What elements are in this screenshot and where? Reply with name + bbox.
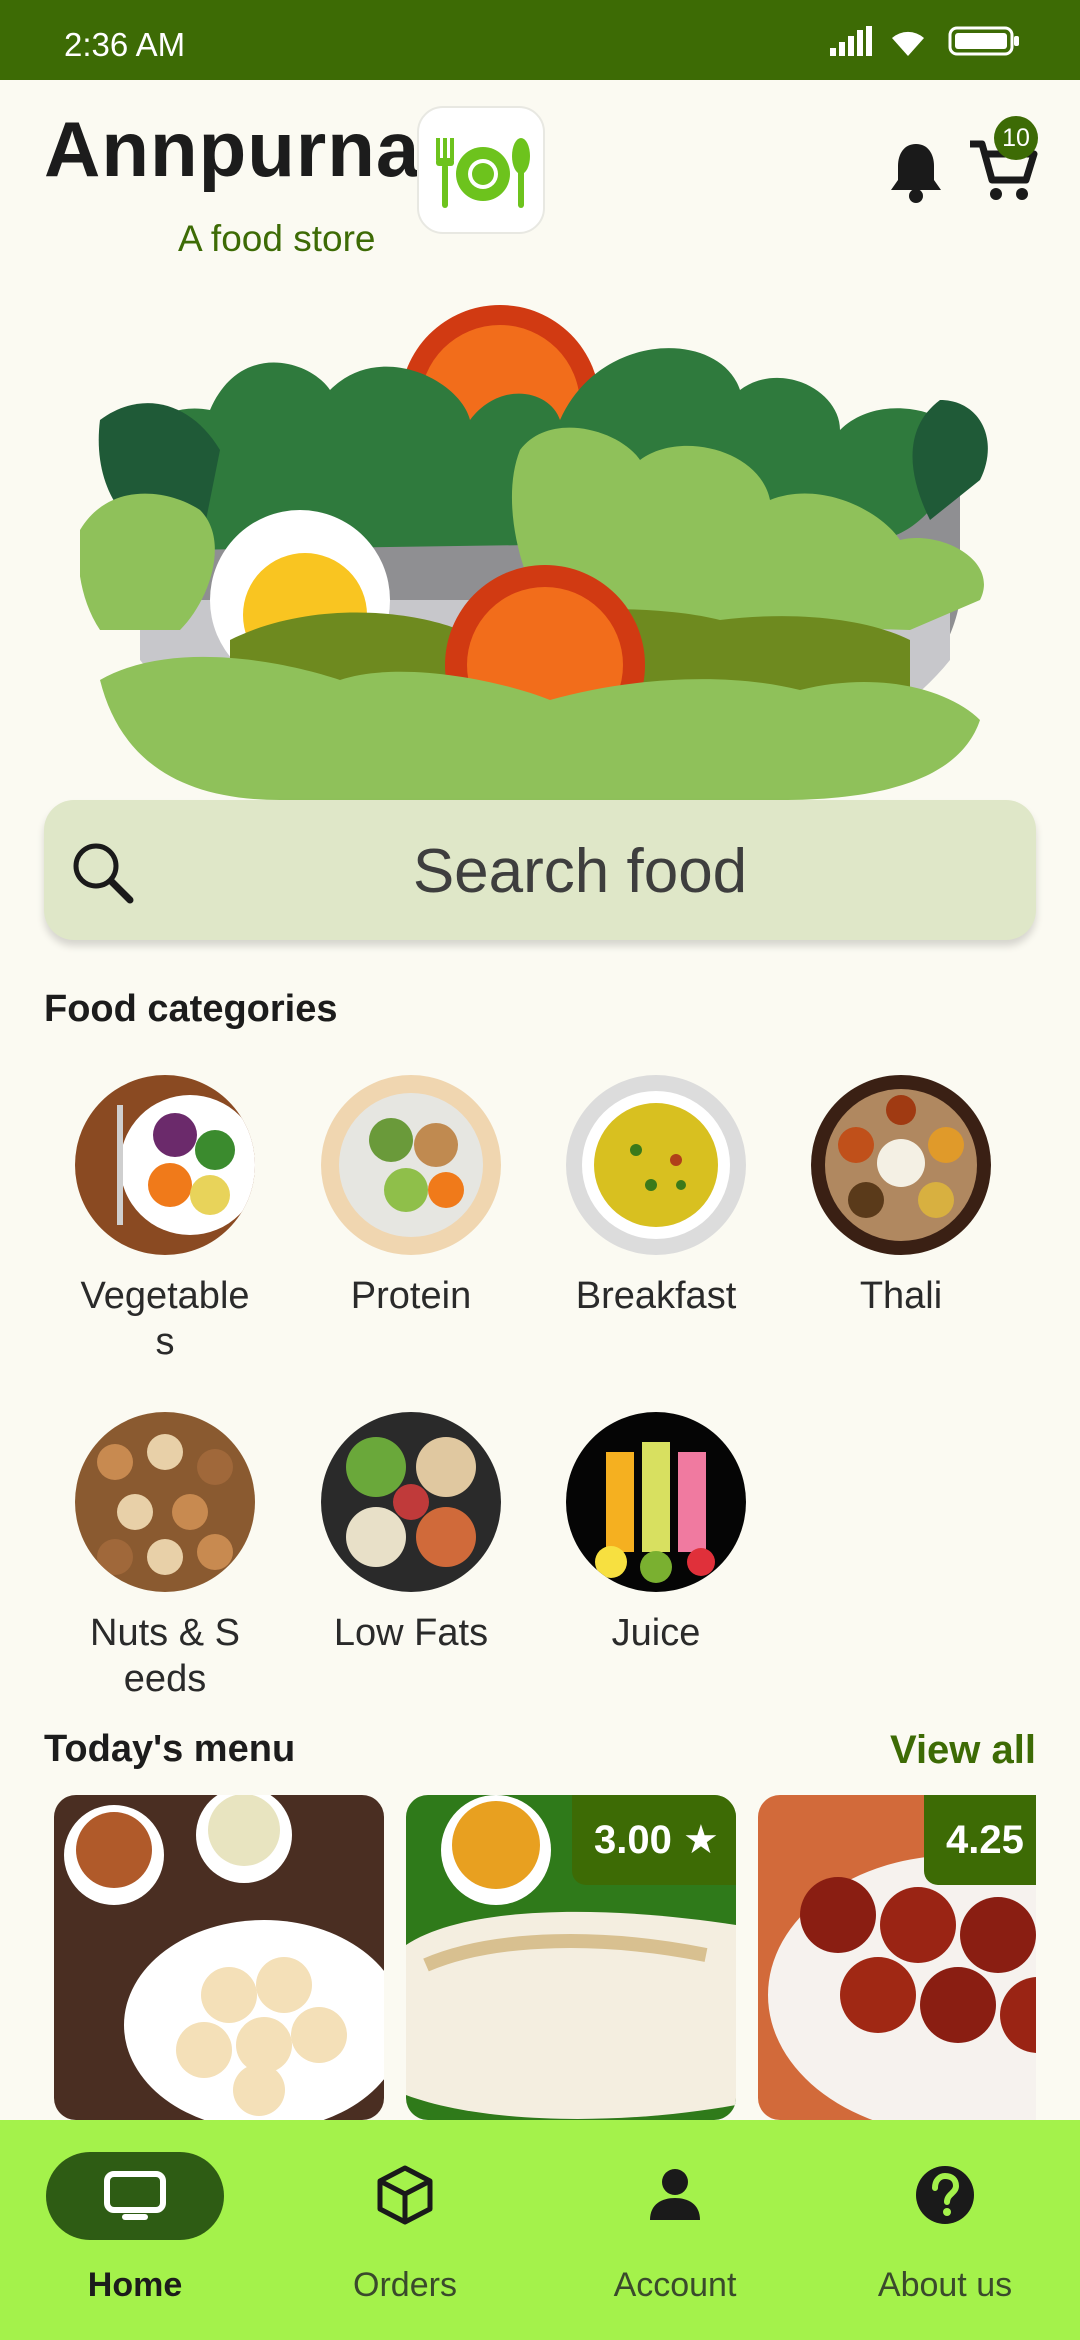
app-title: Annpurna	[44, 105, 421, 193]
salad-bowl-illustration	[80, 305, 988, 800]
category-juice[interactable]: Juice	[541, 1412, 771, 1656]
category-label: Nuts & Seeds	[90, 1612, 240, 1700]
nav-label: About us	[877, 2266, 1013, 2304]
search-bar[interactable]: Search food	[44, 800, 1036, 940]
nav-about-us[interactable]: About us	[810, 2120, 1080, 2340]
app-logo	[417, 106, 545, 234]
category-label: Juice	[611, 1612, 701, 1654]
category-vegetables[interactable]: Vegetables	[50, 1075, 280, 1365]
menu-card[interactable]: 3.00 ★	[406, 1795, 736, 2120]
box-icon	[377, 2165, 433, 2225]
nav-label: Home	[87, 2266, 183, 2304]
todays-menu-list[interactable]: 3.00 ★ 4.25 ★	[54, 1795, 1036, 2120]
category-label: Breakfast	[575, 1275, 737, 1317]
category-nuts-seeds[interactable]: Nuts & Seeds	[50, 1412, 280, 1702]
category-image	[75, 1412, 255, 1592]
rating-badge: 4.25 ★	[924, 1795, 1036, 1885]
search-icon	[73, 843, 134, 904]
cart-count-badge: 10	[994, 116, 1038, 160]
category-breakfast[interactable]: Breakfast	[541, 1075, 771, 1319]
menu-card[interactable]	[54, 1795, 384, 2120]
bell-icon	[891, 144, 941, 203]
todays-menu-title: Today's menu	[44, 1728, 296, 1770]
help-icon	[916, 2166, 974, 2224]
category-image	[75, 1075, 255, 1255]
nav-label: Account	[613, 2266, 737, 2304]
category-image	[321, 1412, 501, 1592]
plate-cutlery-logo-icon	[436, 138, 530, 208]
nav-account[interactable]: Account	[540, 2120, 810, 2340]
signal-icon	[830, 26, 872, 56]
category-label: Low Fats	[333, 1612, 489, 1654]
bottom-navigation: Home Orders Account About us	[0, 2120, 1080, 2340]
view-all-link[interactable]: View all	[890, 1728, 1036, 1773]
search-input[interactable]: Search food	[164, 836, 996, 907]
category-protein[interactable]: Protein	[296, 1075, 526, 1319]
rating-badge: 3.00 ★	[572, 1795, 736, 1885]
category-low-fats[interactable]: Low Fats	[296, 1412, 526, 1656]
category-image	[811, 1075, 991, 1255]
categories-title: Food categories	[44, 988, 338, 1030]
status-bar: 2:36 AM	[0, 0, 1080, 80]
category-image	[321, 1075, 501, 1255]
wifi-icon	[892, 31, 924, 56]
nav-label: Orders	[353, 2266, 457, 2304]
status-time: 2:36 AM	[64, 26, 186, 63]
menu-card[interactable]: 4.25 ★	[758, 1795, 1036, 2120]
nav-home[interactable]: Home	[0, 2120, 270, 2340]
app-subtitle: A food store	[178, 218, 376, 259]
battery-icon	[948, 26, 1019, 56]
tv-icon	[104, 2171, 166, 2220]
category-label: Thali	[859, 1275, 943, 1317]
category-image	[566, 1075, 746, 1255]
category-image	[566, 1412, 746, 1592]
notifications-button[interactable]	[888, 140, 944, 204]
category-thali[interactable]: Thali	[786, 1075, 1016, 1319]
person-icon	[650, 2169, 700, 2220]
category-label: Protein	[350, 1275, 472, 1317]
category-label: Vegetables	[80, 1275, 250, 1363]
menu-item-image	[54, 1795, 384, 2120]
nav-orders[interactable]: Orders	[270, 2120, 540, 2340]
